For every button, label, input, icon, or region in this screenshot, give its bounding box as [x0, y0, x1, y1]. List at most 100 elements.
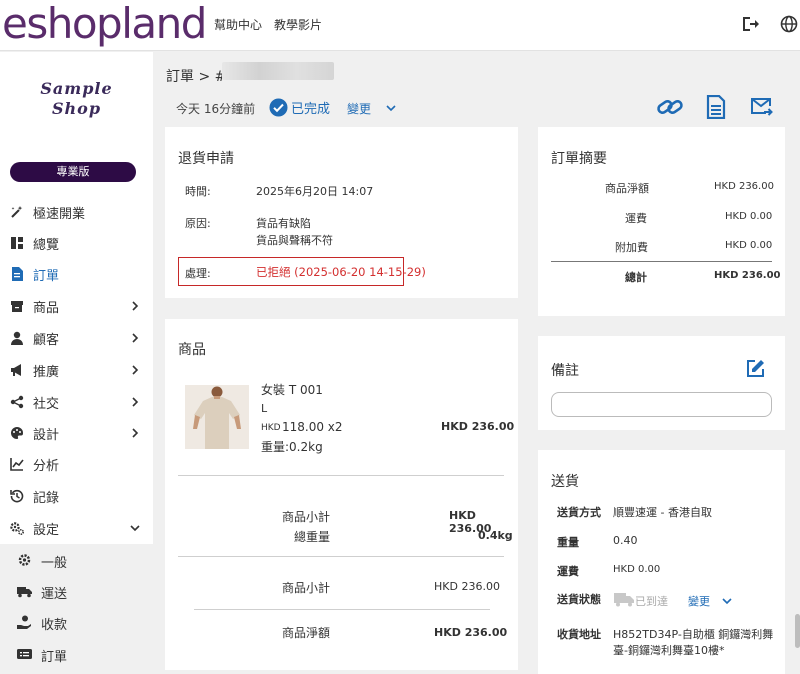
logout-icon[interactable]	[741, 15, 759, 33]
products-subtotal-label: 商品小計	[282, 510, 331, 524]
settings-submenu: 一般 運送 收款 訂單	[0, 544, 153, 674]
sidebar-item-records[interactable]: 記錄	[0, 481, 153, 511]
sidebar-item-label: 顧客	[33, 332, 60, 348]
settings-sub-payment[interactable]: 收款	[0, 607, 153, 637]
shipping-weight-label: 重量	[557, 536, 579, 549]
summary-net-value: HKD 236.00	[714, 181, 774, 192]
order-status-label: 已完成	[291, 102, 331, 117]
globe-icon[interactable]	[780, 15, 798, 33]
return-request-card: 退貨申請 時間: 2025年6月20日 14:07 原因: 貨品有缺陷 貨品與聲…	[165, 127, 518, 298]
summary-total-value: HKD 236.00	[714, 270, 781, 281]
edit-icon[interactable]	[746, 359, 765, 378]
eshopland-logo[interactable]: eshopland	[2, 2, 207, 46]
dashboard-icon	[11, 237, 23, 249]
order-file-icon	[12, 267, 23, 281]
order-ticket-icon	[17, 649, 32, 659]
magic-wand-icon	[11, 206, 23, 218]
shipping-method-value: 順豐速運 - 香港自取	[613, 506, 712, 519]
sidebar-item-label: 推廣	[33, 364, 60, 380]
invoice-icon[interactable]	[706, 95, 726, 119]
chevron-down-icon[interactable]	[386, 104, 396, 112]
gears-icon	[10, 522, 24, 535]
settings-sub-general[interactable]: 一般	[0, 545, 153, 575]
products-card: 商品 女裝 T 001 L HKD 118.00 x2 重量:0.2kg HKD…	[165, 319, 518, 670]
chevron-right-icon	[132, 397, 139, 407]
sidebar-item-label: 總覽	[33, 237, 60, 253]
user-icon	[11, 331, 23, 345]
email-send-icon[interactable]	[751, 97, 773, 117]
return-reason-line2: 貨品與聲稱不符	[256, 234, 333, 247]
tutorial-video-link[interactable]: 教學影片	[274, 16, 322, 33]
shipping-method-label: 送貨方式	[557, 506, 601, 519]
sidebar-item-design[interactable]: 設計	[0, 418, 153, 448]
settings-sub-order[interactable]: 訂單	[0, 639, 153, 669]
link-icon[interactable]	[656, 94, 684, 120]
return-process-label: 處理:	[185, 267, 211, 280]
summary-net-label: 商品淨額	[605, 182, 649, 195]
sidebar-item-label: 設定	[33, 522, 60, 538]
sidebar-subitem-label: 一般	[41, 556, 68, 571]
truck-icon	[17, 587, 32, 598]
chevron-down-icon	[130, 525, 140, 532]
remarks-field[interactable]	[551, 392, 772, 417]
return-time-value: 2025年6月20日 14:07	[256, 185, 374, 198]
remarks-title: 備註	[551, 363, 579, 379]
share-icon	[10, 395, 24, 409]
sidebar-item-label: 訂單	[33, 268, 60, 284]
chevron-right-icon	[132, 333, 139, 343]
shipping-address-label: 收貨地址	[557, 628, 601, 641]
summary-surcharge-label: 附加費	[615, 241, 648, 254]
order-time-ago: 今天 16分鐘前	[176, 102, 256, 116]
shipping-fee-label: 運費	[557, 565, 579, 578]
scrollbar-thumb[interactable]	[795, 614, 800, 648]
product-thumbnail-image[interactable]	[185, 385, 249, 449]
sidebar-item-quick-start[interactable]: 極速開業	[0, 197, 153, 227]
sidebar-item-overview[interactable]: 總覽	[0, 228, 153, 258]
sidebar-item-promotion[interactable]: 推廣	[0, 355, 153, 385]
plan-badge: 專業版	[10, 162, 136, 182]
total-weight-value: 0.4kg	[478, 529, 513, 542]
payment-hand-icon	[17, 615, 31, 629]
shipping-weight-value: 0.40	[613, 534, 638, 547]
sidebar-item-label: 社交	[33, 396, 60, 412]
sidebar-item-social[interactable]: 社交	[0, 387, 153, 417]
shipping-status-change-link[interactable]: 變更	[688, 593, 710, 609]
remarks-card: 備註	[538, 336, 785, 430]
top-bar: eshopland 幫助中心 教學影片	[0, 0, 800, 51]
product-weight: 重量:0.2kg	[261, 440, 323, 454]
chevron-right-icon	[132, 301, 139, 311]
order-number-redacted	[222, 62, 334, 80]
sidebar-item-label: 記錄	[33, 490, 60, 506]
sidebar-item-label: 商品	[33, 300, 60, 316]
sidebar-item-settings[interactable]: 設定	[0, 513, 153, 543]
palette-icon	[11, 426, 24, 439]
sidebar-subitem-label: 運送	[41, 587, 68, 602]
sidebar-item-analytics[interactable]: 分析	[0, 449, 153, 479]
product-variant: L	[261, 402, 268, 415]
divider	[178, 475, 504, 476]
product-line-total: HKD 236.00	[441, 420, 515, 433]
order-status: 已完成	[269, 98, 330, 117]
sidebar-item-products[interactable]: 商品	[0, 291, 153, 321]
shipping-status-label: 送貨狀態	[557, 593, 601, 606]
shipping-fee-value: HKD 0.00	[613, 564, 661, 575]
settings-sub-shipping[interactable]: 運送	[0, 576, 153, 606]
sidebar-subitem-label: 收款	[41, 618, 68, 633]
sidebar-item-customers[interactable]: 顧客	[0, 323, 153, 353]
product-price: 118.00 x2	[282, 420, 343, 434]
chevron-right-icon	[132, 428, 139, 438]
change-status-link[interactable]: 變更	[347, 100, 371, 117]
summary-total-label: 總計	[625, 271, 647, 284]
chart-icon	[10, 458, 24, 471]
sidebar-item-label: 設計	[33, 427, 60, 443]
shipping-address-line2: 臺-銅鑼灣利舞臺10樓*	[613, 644, 725, 657]
chevron-down-icon[interactable]	[722, 597, 732, 605]
product-name[interactable]: 女裝 T 001	[261, 381, 323, 398]
return-reason-line1: 貨品有缺陷	[256, 217, 311, 230]
help-center-link[interactable]: 幫助中心	[214, 16, 262, 33]
breadcrumb: 訂單 > #	[166, 69, 227, 85]
sidebar-item-orders[interactable]: 訂單	[0, 259, 153, 289]
total-weight-label: 總重量	[294, 530, 331, 544]
products-net-value: HKD 236.00	[434, 626, 508, 639]
summary-shipping-value: HKD 0.00	[725, 211, 773, 222]
